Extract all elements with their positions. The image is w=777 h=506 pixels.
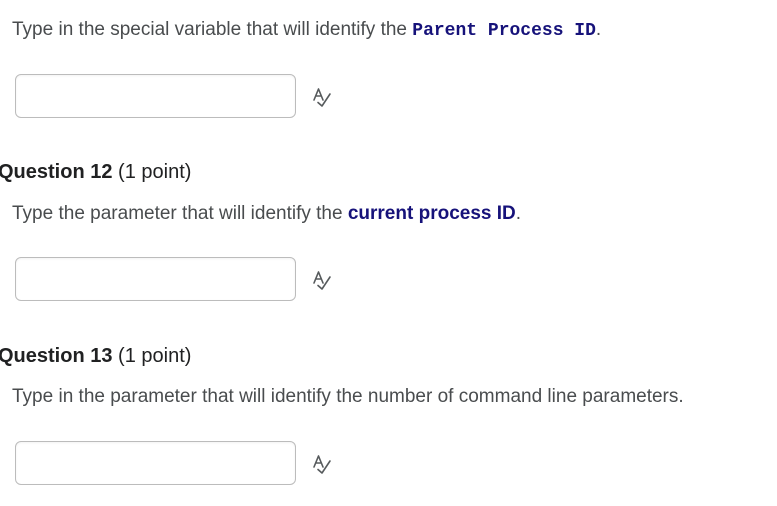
question-12-points: (1 point): [112, 161, 192, 183]
question-11-prompt-text: Type in the special variable that will i…: [12, 19, 413, 40]
question-12-prompt-text: Type the parameter that will identify th…: [12, 203, 348, 224]
question-12-prompt-suffix: .: [515, 203, 522, 224]
question-11-prompt-suffix: .: [595, 19, 602, 40]
spellcheck-icon[interactable]: [311, 269, 333, 291]
question-12-prompt-highlight: current process ID: [347, 203, 516, 224]
question-13-title: Question 13: [0, 345, 113, 367]
question-11-prompt-highlight: Parent Process ID: [412, 21, 596, 41]
question-11-prompt: Type in the special variable that will i…: [12, 18, 601, 43]
spellcheck-icon[interactable]: [311, 86, 333, 108]
question-12-title: Question 12: [0, 161, 113, 183]
question-11-answer-input[interactable]: [15, 74, 296, 118]
question-13-heading: Question 13 (1 point): [0, 343, 191, 369]
question-12-answer-input[interactable]: [15, 257, 296, 301]
question-12-heading: Question 12 (1 point): [0, 159, 191, 185]
spellcheck-icon-graphic: [313, 88, 331, 107]
spellcheck-icon-graphic: [313, 271, 331, 290]
question-12-prompt: Type the parameter that will identify th…: [12, 202, 521, 226]
spellcheck-icon-graphic: [313, 455, 331, 474]
question-13-answer-input[interactable]: [15, 441, 296, 485]
spellcheck-icon[interactable]: [311, 453, 333, 475]
question-13-points: (1 point): [112, 345, 192, 367]
question-13-prompt: Type in the parameter that will identify…: [12, 386, 684, 407]
